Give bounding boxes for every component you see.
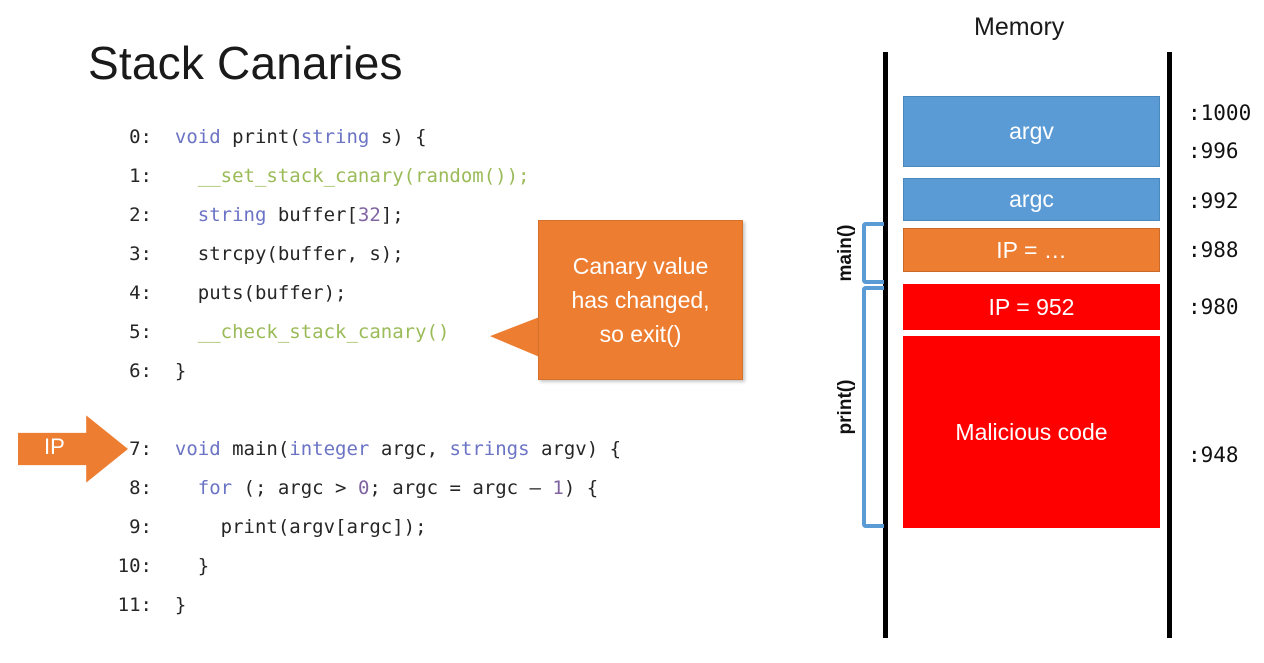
memory-rail-right [1167, 52, 1172, 638]
code-token: __set_stack_canary(random()); [174, 165, 530, 187]
code-line-number: 1: [129, 165, 152, 187]
memory-address-label: :992 [1188, 189, 1239, 213]
frame-bracket-main [862, 222, 884, 284]
code-line: 1: __set_stack_canary(random()); [112, 157, 621, 196]
code-token: (; argc > [232, 477, 358, 499]
frame-label-main: main() [835, 224, 856, 282]
code-token: string [197, 204, 267, 226]
code-token: } [152, 594, 187, 616]
code-token: puts(buffer); [152, 282, 347, 304]
code-token: print(argv[argc]); [152, 516, 427, 538]
callout-line: so exit() [599, 321, 682, 347]
memory-block-label: argv [1009, 118, 1054, 144]
code-token: 1 [552, 477, 564, 499]
code-line-number: 10: [117, 555, 152, 577]
code-line-number: 2: [129, 204, 152, 226]
frame-label-print: print() [835, 379, 856, 435]
page-title: Stack Canaries [88, 37, 403, 89]
callout-tail-icon [490, 316, 542, 358]
code-token: 32 [357, 204, 381, 226]
code-line-number: 9: [129, 516, 152, 538]
code-line-number: 3: [129, 243, 152, 265]
code-line: 8: for (; argc > 0; argc = argc – 1) { [112, 469, 621, 508]
memory-block-saved-ip-main: IP = … [903, 228, 1160, 272]
memory-block-malicious-code: Malicious code [903, 336, 1160, 528]
code-token: argv) { [529, 438, 622, 460]
memory-address-label: :1000 [1188, 101, 1252, 125]
code-token: argc, [369, 438, 450, 460]
instruction-pointer-label: IP [44, 434, 65, 459]
code-token: void [174, 438, 221, 460]
memory-address-label: :996 [1188, 139, 1239, 163]
code-token: 0 [357, 477, 370, 499]
callout-line: has changed, [571, 287, 710, 313]
code-token: } [152, 555, 210, 577]
code-line: 0: void print(string s) { [112, 118, 621, 157]
code-line-number: 5: [129, 321, 152, 343]
memory-block-argv: argv [903, 96, 1160, 167]
memory-block-label: Malicious code [955, 418, 1108, 445]
code-token: for [197, 477, 233, 499]
code-token: buffer[ [266, 204, 358, 226]
code-token: __check_stack_canary() [174, 321, 450, 343]
code-token: void [174, 126, 221, 148]
memory-address-label: :948 [1188, 443, 1239, 467]
code-token: print( [220, 126, 301, 148]
callout-line: Canary value [572, 253, 709, 279]
callout-text: Canary value has changed, so exit() [538, 220, 743, 380]
code-line-number: 4: [129, 282, 152, 304]
memory-address-label: :988 [1188, 238, 1239, 262]
code-line-number: 6: [129, 360, 152, 382]
instruction-pointer-arrow: IP [18, 414, 128, 484]
frame-bracket-print [862, 286, 884, 528]
memory-block-label: IP = … [996, 236, 1067, 263]
memory-address-label: :980 [1188, 295, 1239, 319]
code-token: ) { [563, 477, 599, 499]
code-token: ]; [380, 204, 404, 226]
code-line-number: 0: [129, 126, 152, 148]
code-token: main( [220, 438, 290, 460]
code-line-number: 11: [117, 594, 152, 616]
memory-block-saved-ip-print: IP = 952 [903, 284, 1160, 330]
code-token: strings [449, 438, 530, 460]
code-token: } [152, 360, 187, 382]
memory-diagram-title: Memory [974, 13, 1065, 41]
code-token: ; argc = argc – [369, 477, 553, 499]
canary-callout: Canary value has changed, so exit() [490, 220, 743, 380]
code-token: integer [289, 438, 370, 460]
code-line: 9: print(argv[argc]); [112, 508, 621, 547]
arrow-right-icon [18, 415, 128, 483]
code-line: 11: } [112, 586, 621, 625]
memory-block-label: IP = 952 [988, 293, 1075, 320]
code-token: s) { [369, 126, 427, 148]
memory-block-argc: argc [903, 178, 1160, 221]
memory-block-label: argc [1009, 186, 1054, 212]
code-line: 7: void main(integer argc, strings argv)… [112, 430, 621, 469]
code-token: strcpy(buffer, s); [152, 243, 404, 265]
code-token: string [300, 126, 370, 148]
code-line: 10: } [112, 547, 621, 586]
